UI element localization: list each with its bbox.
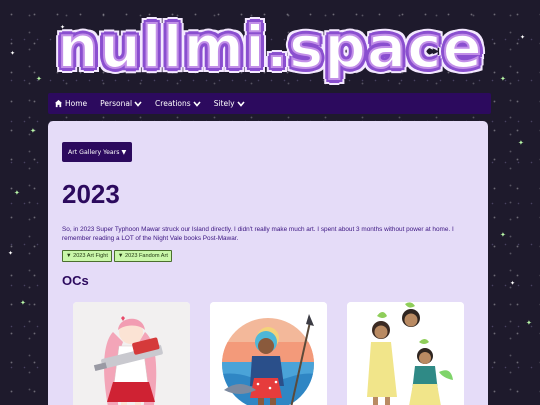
gallery-thumbnail[interactable] [210, 302, 327, 405]
sparkle-decoration: ✦ [518, 139, 524, 147]
main-nav: Home Personal Creations Sitely [48, 93, 491, 114]
nav-item-personal[interactable]: Personal [100, 99, 142, 108]
nav-item-label: Home [65, 99, 88, 108]
home-icon [54, 99, 63, 108]
chevron-down-icon [237, 100, 245, 107]
sparkle-decoration: ✦ [14, 189, 20, 197]
art-gallery-years-button[interactable]: Art Gallery Years ▼ [62, 142, 133, 162]
section-title-ocs: OCs [62, 273, 89, 288]
nav-item-sitely[interactable]: Sitely [214, 99, 245, 108]
sparkle-decoration: ✦ [8, 250, 14, 257]
page-title: 2023 [62, 179, 120, 209]
chevron-down-icon [134, 100, 142, 107]
sparkle-decoration: ✦ [526, 319, 532, 327]
sparkle-decoration: ✦ [510, 280, 516, 287]
nav-item-creations[interactable]: Creations [155, 99, 201, 108]
nav-item-label: Sitely [213, 99, 235, 108]
gallery-thumbnail[interactable] [347, 302, 464, 405]
tag-art-fight[interactable]: ▼ 2023 Art Fight [62, 250, 112, 262]
nav-item-label: Personal [100, 99, 133, 108]
intro-paragraph: So, in 2023 Super Typhoon Mawar struck o… [62, 226, 454, 243]
artwork-image [347, 302, 464, 405]
sparkle-decoration: ✦ [500, 231, 506, 239]
content-panel: Art Gallery Years ▼ 2023 So, in 2023 Sup… [48, 121, 488, 405]
artwork-image [73, 302, 190, 405]
sparkle-decoration: ✦ [20, 299, 26, 307]
site-logo[interactable]: nullmi.space [0, 12, 540, 82]
year-tags: ▼ 2023 Art Fight ▼ 2023 Fandom Art [62, 250, 172, 262]
tag-fandom-art[interactable]: ▼ 2023 Fandom Art [113, 250, 172, 262]
nav-item-label: Creations [155, 99, 191, 108]
gallery-thumbnail[interactable] [73, 302, 190, 405]
artwork-image [210, 302, 327, 405]
sparkle-decoration: ✦ [30, 127, 36, 135]
site-logo-text: nullmi.space [56, 12, 483, 82]
chevron-down-icon [193, 100, 201, 107]
nav-item-home[interactable]: Home [54, 99, 87, 108]
